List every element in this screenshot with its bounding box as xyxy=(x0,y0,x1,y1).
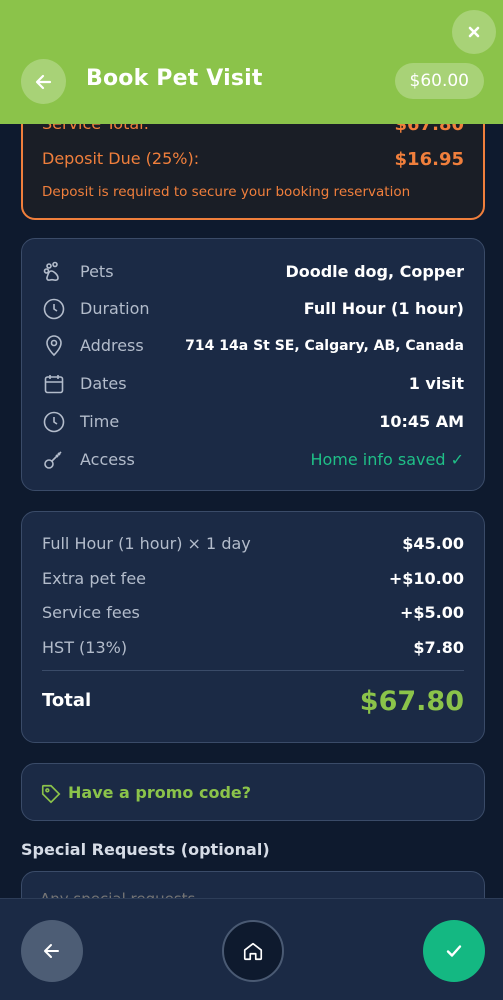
detail-value-dates: 1 visit xyxy=(408,374,464,393)
deposit-due-value: $16.95 xyxy=(394,149,464,170)
price-row-value: $7.80 xyxy=(413,638,464,657)
detail-label-duration: Duration xyxy=(80,299,150,318)
detail-label-dates: Dates xyxy=(80,374,127,393)
detail-row-pets: Pets Doodle dog, Copper xyxy=(42,258,464,286)
price-row-label: Extra pet fee xyxy=(42,569,146,588)
header: Book Pet Visit $60.00 xyxy=(0,0,503,124)
price-row-value: $45.00 xyxy=(402,534,464,553)
detail-value-access: Home info saved ✓ xyxy=(310,450,464,469)
arrow-left-icon xyxy=(35,74,51,89)
price-breakdown-card: Full Hour (1 hour) × 1 day $45.00 Extra … xyxy=(21,511,485,743)
location-pin-icon xyxy=(46,335,62,357)
detail-label-access: Access xyxy=(80,450,135,469)
booking-details-card: Pets Doodle dog, Copper Duration Full Ho… xyxy=(21,238,485,491)
confirm-booking-button[interactable] xyxy=(423,920,485,982)
special-requests-label: Special Requests (optional) xyxy=(21,840,270,859)
detail-row-address: Address 714 14a St SE, Calgary, AB, Cana… xyxy=(42,332,464,360)
price-row: Service fees +$5.00 xyxy=(42,603,464,627)
close-icon xyxy=(468,26,480,38)
price-row: Extra pet fee +$10.00 xyxy=(42,569,464,593)
detail-value-address: 714 14a St SE, Calgary, AB, Canada xyxy=(185,338,464,354)
detail-value-time: 10:45 AM xyxy=(379,412,464,431)
deposit-due-label: Deposit Due (25%): xyxy=(42,149,200,168)
previous-step-button[interactable] xyxy=(21,920,83,982)
detail-value-duration: Full Hour (1 hour) xyxy=(303,299,464,318)
home-icon xyxy=(243,942,263,961)
arrow-left-icon xyxy=(44,944,59,958)
deposit-note: Deposit is required to secure your booki… xyxy=(42,184,411,200)
detail-row-access: Access Home info saved ✓ xyxy=(42,446,464,474)
price-row-value: +$5.00 xyxy=(399,603,464,622)
price-row: Full Hour (1 hour) × 1 day $45.00 xyxy=(42,534,464,558)
clock-icon xyxy=(43,411,65,433)
clock-icon xyxy=(43,298,65,320)
total-value: $67.80 xyxy=(359,686,464,717)
detail-label-pets: Pets xyxy=(80,262,114,281)
detail-row-duration: Duration Full Hour (1 hour) xyxy=(42,295,464,323)
close-button[interactable] xyxy=(452,10,496,54)
price-row-value: +$10.00 xyxy=(388,569,464,588)
detail-row-dates: Dates 1 visit xyxy=(42,370,464,398)
back-button[interactable] xyxy=(21,59,66,104)
paw-icon xyxy=(43,261,59,281)
total-label: Total xyxy=(42,690,92,711)
tag-icon xyxy=(41,784,61,804)
detail-value-pets: Doodle dog, Copper xyxy=(285,262,464,281)
detail-label-address: Address xyxy=(80,336,144,355)
price-row-label: Full Hour (1 hour) × 1 day xyxy=(42,534,251,553)
page-title: Book Pet Visit xyxy=(86,66,263,91)
price-row-label: HST (13%) xyxy=(42,638,128,657)
checkmark-icon xyxy=(446,945,462,957)
detail-row-time: Time 10:45 AM xyxy=(42,408,464,436)
key-icon xyxy=(44,451,62,469)
price-row-label: Service fees xyxy=(42,603,140,622)
promo-code-label: Have a promo code? xyxy=(68,783,252,802)
divider xyxy=(42,670,464,671)
calendar-icon xyxy=(44,375,64,394)
price-badge: $60.00 xyxy=(394,63,484,99)
promo-code-button[interactable]: Have a promo code? xyxy=(21,763,485,821)
price-row: HST (13%) $7.80 xyxy=(42,638,464,662)
home-button[interactable] xyxy=(222,920,284,982)
bottom-action-bar xyxy=(0,898,503,1000)
detail-label-time: Time xyxy=(80,412,120,431)
